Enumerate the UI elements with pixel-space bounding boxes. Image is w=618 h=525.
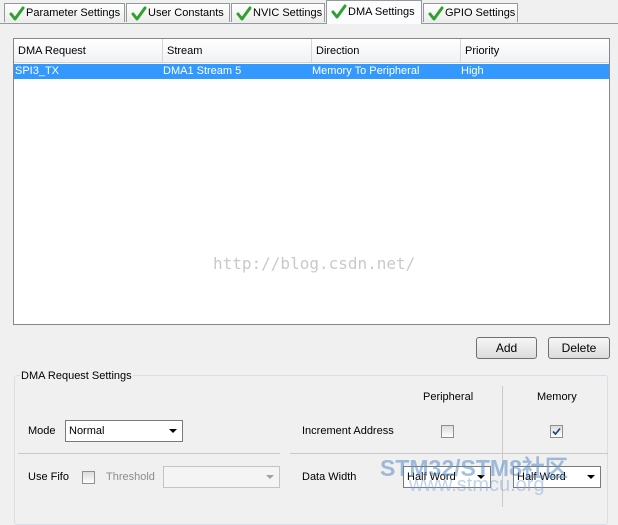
use-fifo-checkbox[interactable] — [82, 471, 95, 484]
tab-label: NVIC Settings — [253, 7, 323, 19]
tab-label: Parameter Settings — [26, 7, 121, 19]
memory-increment-checkbox[interactable] — [550, 425, 563, 438]
tab-nvic-settings[interactable]: NVIC Settings — [231, 3, 325, 22]
threshold-select[interactable] — [163, 466, 280, 488]
column-header-dma-request[interactable]: DMA Request — [14, 39, 163, 63]
column-header-stream[interactable]: Stream — [163, 39, 312, 63]
use-fifo-label: Use Fifo — [28, 471, 69, 483]
tab-bar: Parameter Settings User Constants NVIC S… — [0, 0, 618, 24]
group-title: DMA Request Settings — [20, 370, 133, 382]
chevron-down-icon — [587, 475, 595, 479]
tab-parameter-settings[interactable]: Parameter Settings — [4, 3, 125, 22]
check-icon — [428, 6, 444, 21]
tab-gpio-settings[interactable]: GPIO Settings — [423, 3, 518, 22]
mode-value: Normal — [69, 425, 105, 437]
increment-address-label: Increment Address — [302, 425, 394, 437]
checkmark-icon — [552, 427, 561, 436]
check-icon — [331, 4, 347, 19]
table-header: DMA Request Stream Direction Priority — [14, 39, 609, 63]
mode-label: Mode — [28, 425, 56, 437]
column-header-direction[interactable]: Direction — [312, 39, 461, 63]
peripheral-header: Peripheral — [423, 391, 474, 403]
blog-watermark: http://blog.csdn.net/ — [213, 254, 416, 273]
check-icon — [9, 6, 25, 21]
delete-button[interactable]: Delete — [548, 337, 610, 359]
cell-dma-request: SPI3_TX — [15, 65, 60, 77]
peripheral-increment-checkbox[interactable] — [441, 425, 454, 438]
column-header-priority[interactable]: Priority — [461, 39, 609, 63]
dma-request-table[interactable]: DMA Request Stream Direction Priority SP… — [13, 38, 610, 325]
add-button[interactable]: Add — [476, 337, 537, 359]
tab-dma-settings[interactable]: DMA Settings — [326, 0, 422, 24]
tab-label: User Constants — [148, 7, 224, 19]
chevron-down-icon — [169, 429, 177, 433]
mode-select[interactable]: Normal — [65, 420, 183, 442]
site-logo-url: www.stmcu.org — [409, 474, 545, 496]
memory-header: Memory — [537, 391, 577, 403]
cell-priority: High — [461, 65, 484, 77]
check-icon — [236, 6, 252, 21]
tab-bar-divider — [0, 23, 618, 24]
tab-user-constants[interactable]: User Constants — [126, 3, 230, 22]
cell-stream: DMA1 Stream 5 — [163, 65, 242, 77]
chevron-down-icon — [266, 475, 274, 479]
row-divider — [18, 453, 280, 454]
table-row[interactable]: SPI3_TX DMA1 Stream 5 Memory To Peripher… — [14, 64, 609, 79]
tab-label: DMA Settings — [348, 6, 415, 18]
data-width-label: Data Width — [302, 471, 357, 483]
check-icon — [131, 6, 147, 21]
threshold-label: Threshold — [106, 471, 155, 483]
cell-direction: Memory To Peripheral — [312, 65, 420, 77]
tab-label: GPIO Settings — [445, 7, 516, 19]
